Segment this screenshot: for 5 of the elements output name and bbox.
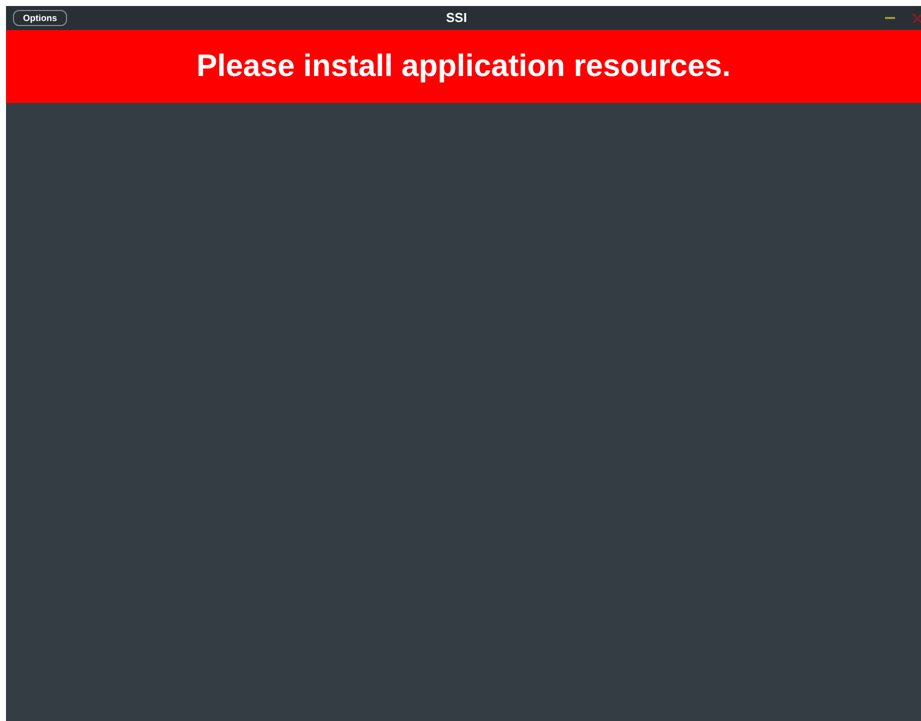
options-button[interactable]: Options bbox=[13, 10, 67, 26]
window-title: SSI bbox=[446, 10, 467, 26]
banner-message: Please install application resources. bbox=[196, 47, 731, 86]
close-icon[interactable] bbox=[912, 13, 921, 23]
minimize-icon[interactable] bbox=[885, 17, 895, 19]
